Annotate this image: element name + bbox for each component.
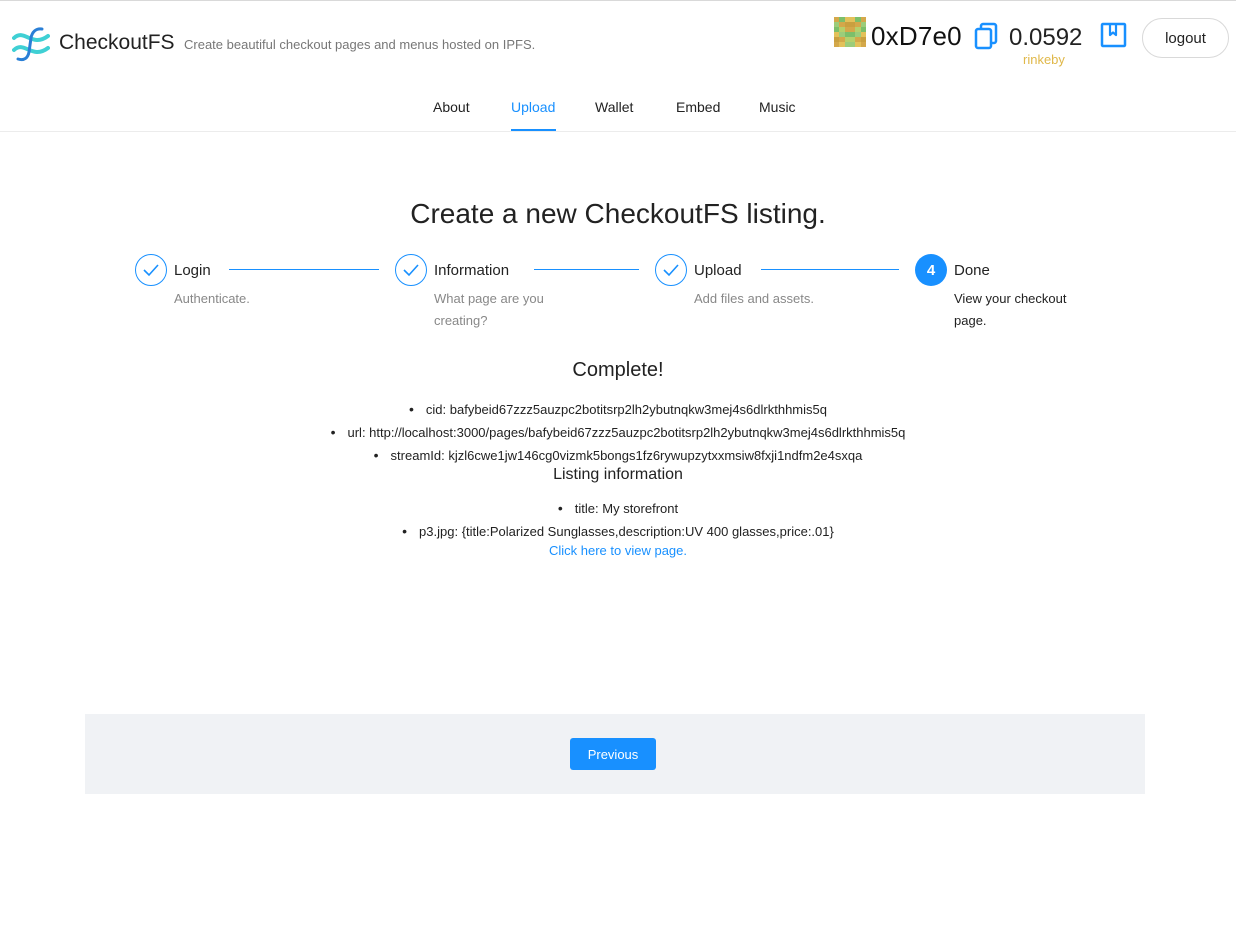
previous-button[interactable]: Previous	[570, 738, 656, 770]
main-nav: About Upload Wallet Embed Music	[0, 88, 1236, 132]
wallet-balance: 0.0592	[1009, 24, 1083, 51]
book-icon[interactable]	[1100, 22, 1127, 48]
wallet-address: 0xD7e0	[871, 21, 962, 51]
step-connector	[761, 269, 899, 270]
step-done-number: 4	[915, 254, 947, 286]
page-title: Create a new CheckoutFS listing.	[410, 198, 826, 229]
step-information-description: What page are you creating?	[434, 291, 544, 328]
step-information-title: Information	[434, 262, 510, 279]
result-stream-id: streamId: kjzl6cwe1jw146cg0vizmk5bongs1f…	[0, 444, 1236, 467]
network-name: rinkeby	[1023, 52, 1065, 67]
nav-item-upload[interactable]: Upload	[511, 99, 555, 115]
copy-icon[interactable]	[974, 22, 1000, 50]
nav-item-about[interactable]: About	[433, 99, 470, 115]
step-connector	[534, 269, 639, 270]
nav-item-wallet[interactable]: Wallet	[595, 99, 633, 115]
step-login-check-icon	[135, 254, 167, 286]
nav-item-music[interactable]: Music	[759, 99, 796, 115]
step-upload-description: Add files and assets.	[694, 291, 814, 306]
complete-heading: Complete!	[572, 359, 664, 381]
listing-item-title: title: My storefront	[0, 497, 1236, 520]
top-border	[0, 0, 1236, 4]
step-login-title: Login	[174, 262, 211, 279]
result-list: cid: bafybeid67zzz5auzpc2botitsrp2lh2ybu…	[0, 398, 1236, 467]
listing-item-product: p3.jpg: {title:Polarized Sunglasses,desc…	[0, 520, 1236, 543]
tagline: Create beautiful checkout pages and menu…	[184, 37, 536, 52]
step-done-title: Done	[954, 262, 990, 279]
identicon-cell	[860, 42, 866, 47]
checkoutfs-logo-icon[interactable]	[12, 26, 50, 62]
step-information-check-icon	[395, 254, 427, 286]
brand-name[interactable]: CheckoutFS	[59, 31, 175, 55]
logout-button[interactable]: logout	[1142, 18, 1229, 58]
step-login-description: Authenticate.	[174, 291, 250, 306]
step-connector	[229, 269, 379, 270]
result-url: url: http://localhost:3000/pages/bafybei…	[0, 421, 1236, 444]
step-done-description: View your checkout page.	[954, 291, 1067, 328]
result-cid: cid: bafybeid67zzz5auzpc2botitsrp2lh2ybu…	[0, 398, 1236, 421]
step-upload-title: Upload	[694, 262, 742, 279]
step-upload-check-icon	[655, 254, 687, 286]
nav-item-embed[interactable]: Embed	[676, 99, 720, 115]
listing-heading: Listing information	[553, 466, 683, 483]
identicon-avatar	[834, 17, 866, 47]
active-tab-indicator	[511, 129, 556, 131]
view-page-link[interactable]: Click here to view page.	[0, 543, 1236, 558]
listing-list: title: My storefront p3.jpg: {title:Pola…	[0, 497, 1236, 543]
